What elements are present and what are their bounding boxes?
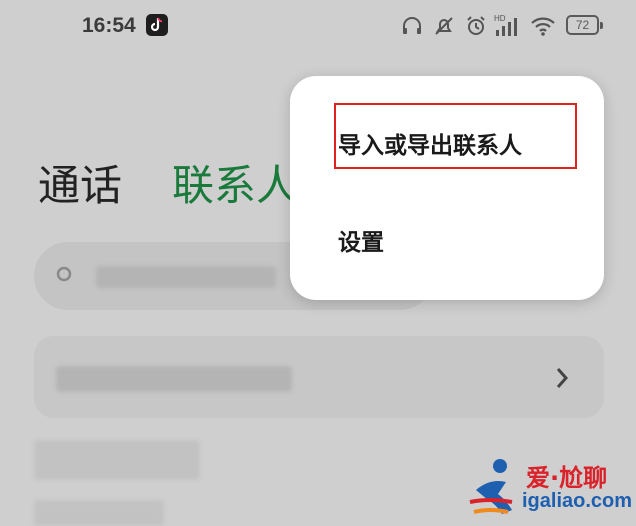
- wifi-icon: [531, 17, 555, 36]
- svg-text:HD: HD: [494, 14, 506, 23]
- blurred-list-item: [34, 440, 200, 480]
- tab-calls[interactable]: 通话: [38, 152, 122, 213]
- alarm-icon: [467, 16, 485, 35]
- battery-icon: 72: [566, 15, 603, 35]
- headphones-icon: [403, 17, 421, 34]
- status-time: 16:54: [82, 14, 136, 37]
- blurred-card-text: [56, 366, 292, 392]
- search-icon: [56, 266, 72, 282]
- battery-level: 72: [575, 18, 590, 32]
- mute-bell-icon: [435, 17, 453, 35]
- chevron-right-icon: [556, 368, 569, 388]
- blurred-search-text: [96, 266, 276, 288]
- watermark-title: 爱·尬聊: [526, 464, 608, 492]
- tab-contacts[interactable]: 联系人: [172, 152, 292, 213]
- hd-signal-icon: HD: [494, 14, 517, 36]
- watermark: 爱·尬聊 igaliao.com: [466, 452, 636, 526]
- highlight-box: [334, 103, 577, 169]
- tiktok-icon: [146, 14, 168, 36]
- contact-card[interactable]: [34, 336, 604, 418]
- watermark-domain: igaliao.com: [522, 490, 633, 512]
- menu-item-settings[interactable]: 设置: [338, 223, 384, 257]
- watermark-logo-icon: [469, 459, 513, 514]
- status-bar: 16:54 HD 72: [0, 0, 636, 54]
- blurred-list-item: [34, 500, 164, 526]
